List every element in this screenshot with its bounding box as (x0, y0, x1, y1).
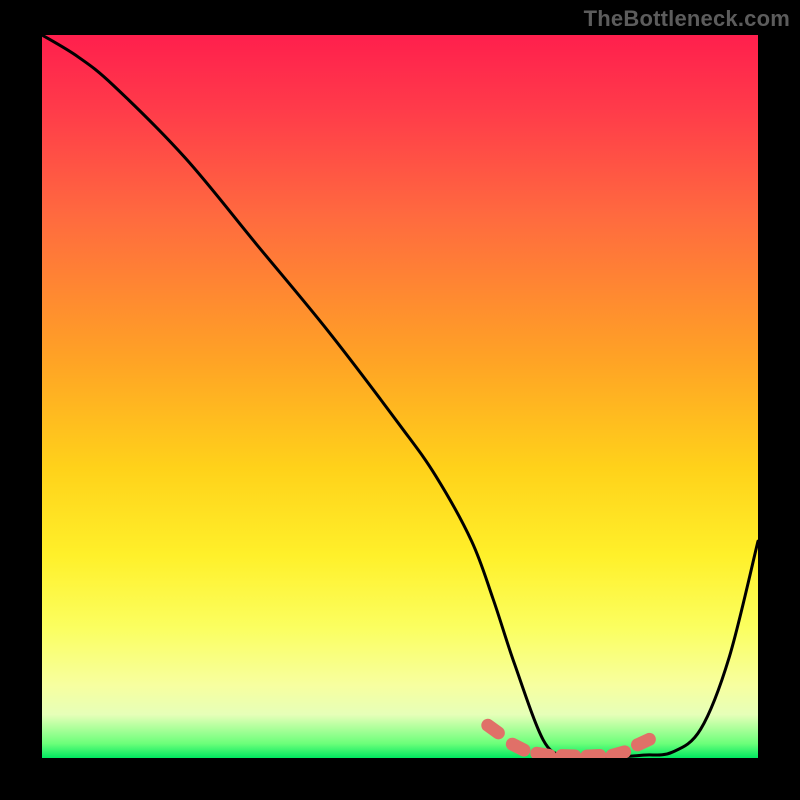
marker-pill (555, 749, 581, 758)
minimum-markers (479, 716, 658, 758)
plot-area (42, 35, 758, 758)
marker-pill (604, 744, 633, 758)
site-watermark: TheBottleneck.com (584, 6, 790, 32)
marker-pill (479, 716, 508, 742)
marker-pill (629, 731, 658, 754)
bottleneck-curve (42, 35, 758, 758)
chart-frame: TheBottleneck.com (0, 0, 800, 800)
curve-layer (42, 35, 758, 758)
marker-pill (580, 749, 607, 758)
marker-pill (529, 746, 557, 758)
marker-pill (504, 735, 533, 758)
